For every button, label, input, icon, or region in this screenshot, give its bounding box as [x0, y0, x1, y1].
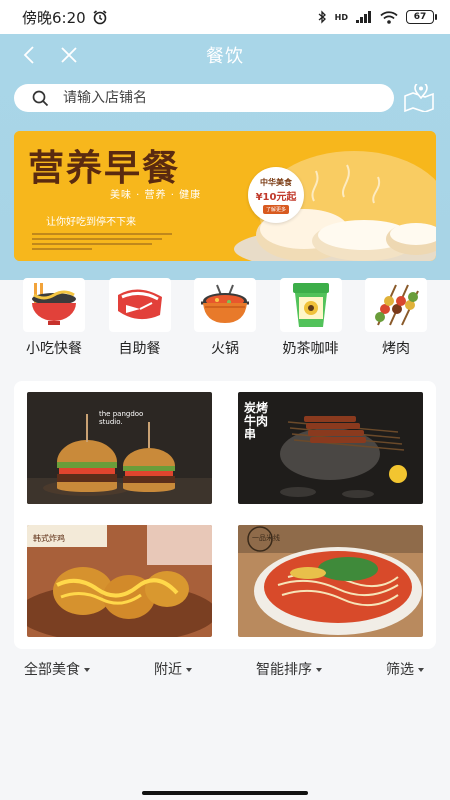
- tile-caption: the pangdoo studio.: [99, 410, 144, 426]
- caret-down-icon: [84, 668, 90, 672]
- promo-banner[interactable]: 营养早餐 美味 · 营养 · 健康 让你好吃到停不下来 中华美食 ¥10元起 了…: [14, 131, 436, 261]
- search-input[interactable]: [63, 90, 343, 106]
- home-indicator[interactable]: [142, 791, 308, 795]
- hotpot-icon: [194, 278, 256, 332]
- map-button[interactable]: [402, 81, 436, 115]
- status-left: 傍晚6:20: [22, 7, 108, 28]
- filter-label: 智能排序: [256, 662, 312, 678]
- burger-image: [27, 392, 212, 504]
- featured-tile-fried-chicken[interactable]: 韩式炸鸡: [27, 525, 212, 637]
- category-item[interactable]: 火锅: [185, 278, 265, 358]
- back-button[interactable]: [14, 40, 44, 70]
- battery-level: 67: [413, 12, 427, 22]
- filter-nearby[interactable]: 附近: [154, 659, 192, 679]
- featured-tile-skewers[interactable]: 炭烤牛肉串: [238, 392, 423, 504]
- category-label: 小吃快餐: [26, 341, 82, 357]
- wifi-icon: [380, 10, 398, 24]
- caret-down-icon: [186, 668, 192, 672]
- filter-bar: 全部美食 附近 智能排序 筛选: [24, 659, 424, 679]
- alarm-icon: [93, 10, 107, 25]
- filter-label: 筛选: [386, 662, 414, 678]
- steak-icon: [108, 278, 171, 332]
- milk-tea-icon: [279, 278, 342, 332]
- filter-label: 全部美食: [24, 662, 80, 678]
- category-row: 小吃快餐 自助餐 火锅 奶茶咖啡 烤肉: [14, 278, 436, 358]
- caret-down-icon: [316, 668, 322, 672]
- badge-button: 了解更多: [262, 204, 289, 214]
- battery-icon: 67: [406, 10, 437, 24]
- banner-title: 营养早餐: [28, 147, 181, 189]
- search-icon: [32, 90, 49, 106]
- featured-tile-burger[interactable]: the pangdoo studio.: [27, 392, 212, 504]
- search-box[interactable]: [14, 84, 394, 112]
- category-item[interactable]: 奶茶咖啡: [271, 278, 351, 358]
- banner-price-badge: 中华美食 ¥10元起 了解更多: [248, 167, 304, 223]
- status-right: HD 67: [317, 10, 437, 24]
- network-type-label: HD: [334, 12, 348, 22]
- noodle-bowl-icon: [23, 278, 85, 332]
- map-location-icon: [404, 84, 434, 112]
- category-item[interactable]: 自助餐: [100, 278, 180, 358]
- category-label: 奶茶咖啡: [282, 341, 339, 357]
- skewer-icon: [365, 278, 427, 332]
- filter-all-food[interactable]: 全部美食: [24, 659, 90, 679]
- filter-label: 附近: [154, 662, 182, 678]
- signal-icon: [356, 11, 371, 23]
- badge-price: ¥10元起: [255, 191, 297, 203]
- tile-caption: 一品米线: [252, 534, 280, 542]
- category-label: 火锅: [211, 341, 239, 357]
- filter-smart-sort[interactable]: 智能排序: [256, 659, 322, 679]
- bluetooth-icon: [318, 10, 326, 24]
- caret-down-icon: [418, 668, 424, 672]
- filter-screen[interactable]: 筛选: [386, 659, 424, 679]
- category-label: 自助餐: [118, 341, 161, 357]
- close-button[interactable]: [54, 40, 84, 70]
- status-bar: 傍晚6:20 HD 67: [0, 0, 450, 34]
- category-item[interactable]: 小吃快餐: [14, 278, 94, 358]
- search-row: [14, 83, 436, 113]
- tile-caption: 炭烤牛肉串: [244, 401, 269, 441]
- chevron-left-icon: [23, 46, 34, 64]
- badge-name: 中华美食: [260, 177, 292, 187]
- banner-slogan: 让你好吃到停不下来: [46, 217, 136, 228]
- category-label: 烤肉: [382, 341, 410, 357]
- nav-bar: 餐饮: [0, 34, 450, 76]
- close-icon: [61, 47, 77, 63]
- category-item[interactable]: 烤肉: [356, 278, 436, 358]
- banner-fine-print: [32, 233, 182, 253]
- tile-caption: 韩式炸鸡: [33, 534, 65, 543]
- banner-tags: 美味 · 营养 · 健康: [110, 190, 202, 201]
- featured-tile-noodles[interactable]: 一品米线: [238, 525, 423, 637]
- status-time: 傍晚6:20: [22, 8, 86, 27]
- featured-grid: the pangdoo studio. 炭烤牛肉串 韩式炸鸡 一品米线: [14, 381, 436, 649]
